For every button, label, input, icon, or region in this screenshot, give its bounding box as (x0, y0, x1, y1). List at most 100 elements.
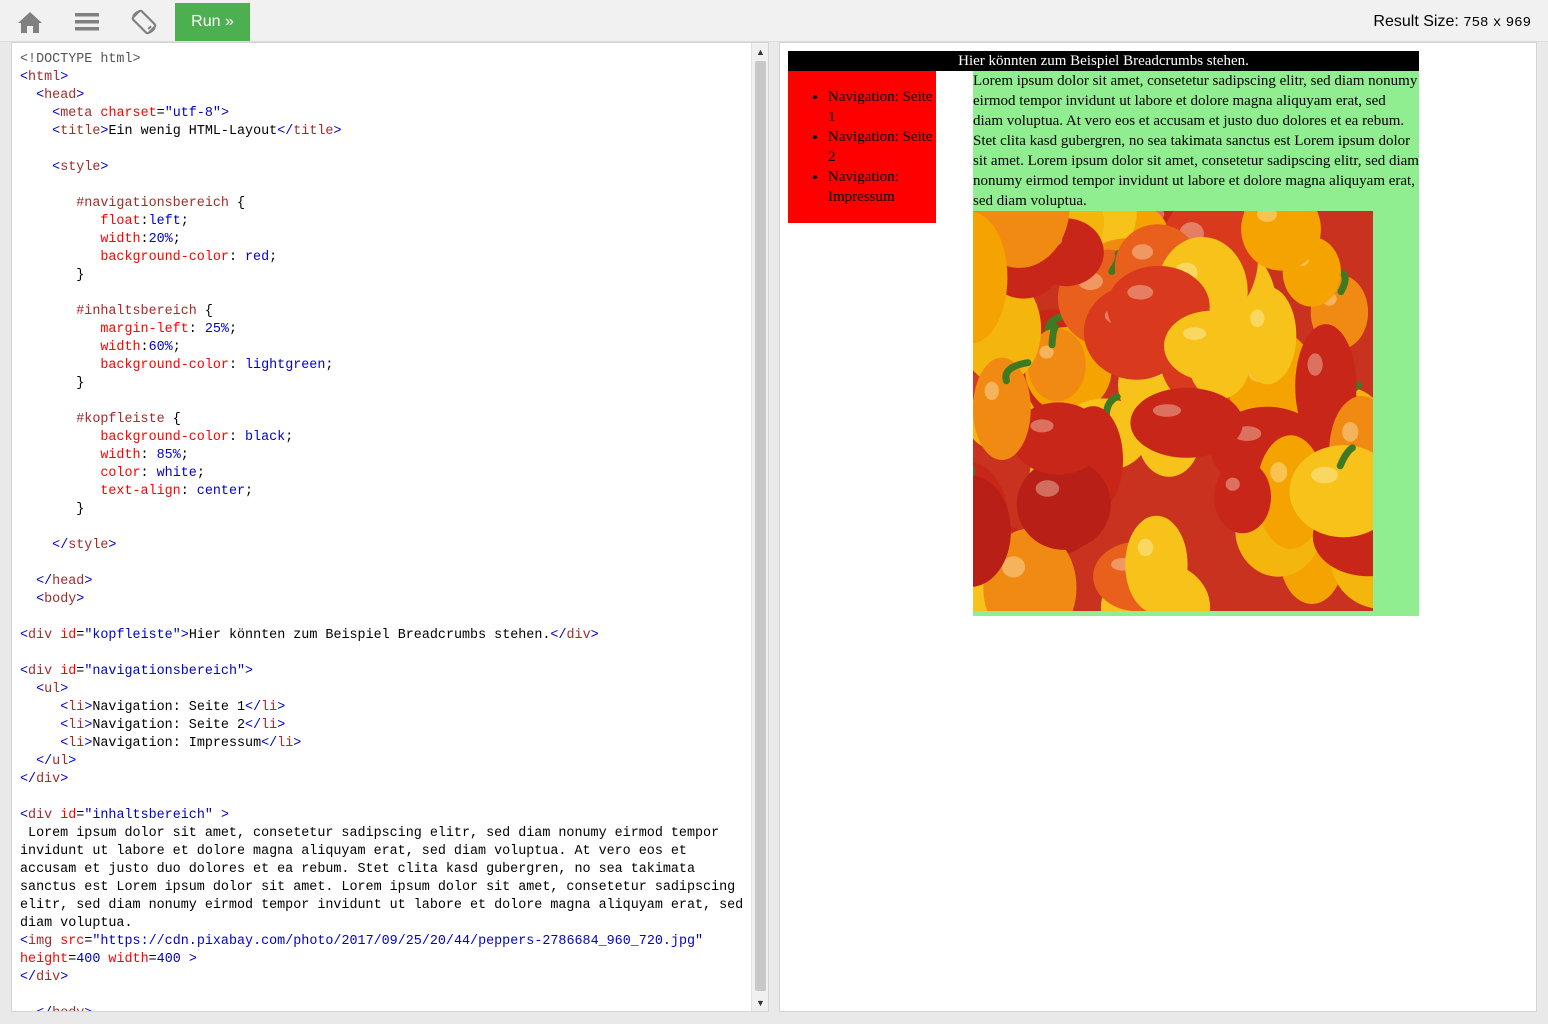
code-line: width:60%; (100, 340, 181, 355)
code-line: elitr, sed diam nonumy eirmod tempor inv… (20, 898, 744, 913)
code-line: #navigationsbereich { (76, 196, 246, 211)
code-line: </style> (52, 538, 117, 553)
result-size-label: Result Size: (1373, 13, 1459, 30)
code-line: <li>Navigation: Seite 1</li> (60, 700, 286, 715)
pepper-highlight (1035, 480, 1060, 497)
pepper-highlight (1137, 538, 1154, 557)
code-line: } (20, 502, 85, 517)
pepper-stem (1048, 323, 1059, 349)
pepper-highlight (1225, 477, 1240, 491)
code-line: width: 85%; (100, 448, 189, 463)
code-line: float:left; (100, 214, 189, 229)
menu-icon[interactable] (72, 8, 102, 36)
code-line: <div id="navigationsbereich"> (20, 664, 254, 679)
code-line: </body> (20, 1005, 755, 1011)
pepper-highlight (1182, 327, 1207, 340)
code-line: accusam et justo duo dolores et ea rebum… (20, 862, 695, 877)
code-line: <li>Navigation: Impressum</li> (60, 736, 302, 751)
code-line: } (20, 376, 85, 391)
code-line: <style> (52, 160, 109, 175)
code-line: </div> (20, 970, 69, 985)
pepper-shape (1164, 310, 1258, 381)
run-button[interactable]: Run » (175, 3, 250, 41)
code-line: margin-left: 25%; (100, 322, 237, 337)
code-line: } (20, 268, 85, 283)
code-line: #inhaltsbereich { (76, 304, 213, 319)
code-line: </div> (20, 772, 69, 787)
inhaltsbereich: Lorem ipsum dolor sit amet, consetetur s… (973, 71, 1419, 616)
scrollbar-thumb[interactable] (755, 61, 766, 991)
result-size-readout: Result Size: 758 x 969 (1373, 13, 1531, 31)
code-line: <div id="kopfleiste">Hier könnten zum Be… (20, 628, 599, 643)
pepper-highlight (1307, 353, 1323, 376)
code-line: sanctus est Lorem ipsum dolor sit amet. … (20, 880, 736, 895)
pepper-highlight (1342, 422, 1359, 442)
code-scrollbar[interactable]: ▲ ▼ (751, 43, 768, 1011)
scroll-up-arrow-icon[interactable]: ▲ (752, 43, 768, 60)
nav-item-seite-2: Navigation: Seite 2 (828, 127, 936, 167)
navigationsbereich: Navigation: Seite 1 Navigation: Seite 2 … (788, 71, 936, 223)
pepper-shape (1214, 460, 1271, 534)
pepper-shape (973, 357, 1031, 460)
peppers-image (973, 211, 1373, 611)
scroll-down-arrow-icon[interactable]: ▼ (752, 994, 768, 1011)
code-line: <title>Ein wenig HTML-Layout</title> (52, 124, 342, 139)
code-line: <html> (20, 70, 69, 85)
pepper-highlight (1152, 404, 1182, 417)
code-line: <img src="https://cdn.pixabay.com/photo/… (20, 934, 704, 949)
pepper-highlight (1311, 466, 1339, 484)
code-line: <ul> (36, 682, 69, 697)
pepper-highlight (1250, 309, 1265, 328)
code-line: <div id="inhaltsbereich" > (20, 808, 229, 823)
result-frame: Hier könnten zum Beispiel Breadcrumbs st… (788, 51, 1528, 616)
code-line: diam voluptua. (20, 916, 133, 931)
code-line: background-color: black; (100, 430, 294, 445)
code-line: <head> (36, 88, 85, 103)
code-line: height=400 width=400 > (20, 952, 197, 967)
pepper-highlight (1270, 462, 1288, 483)
nav-item-seite-1: Navigation: Seite 1 (828, 87, 936, 127)
code-line: <meta charset="utf-8"> (52, 106, 229, 121)
pepper-highlight (1127, 285, 1154, 300)
code-line: <body> (36, 592, 85, 607)
code-line: Lorem ipsum dolor sit amet, consetetur s… (20, 826, 720, 841)
kopfleiste: Hier könnten zum Beispiel Breadcrumbs st… (788, 51, 1419, 71)
pepper-shape (1130, 387, 1243, 458)
code-line: </ul> (36, 754, 77, 769)
code-line: <!DOCTYPE html> (20, 52, 141, 67)
code-line: width:20%; (100, 232, 181, 247)
result-height: 969 (1505, 15, 1531, 31)
content-text: Lorem ipsum dolor sit amet, consetetur s… (973, 73, 1419, 209)
code-line: background-color: red; (100, 250, 278, 265)
code-line: #kopfleiste { (76, 412, 181, 427)
pepper-highlight (1131, 244, 1154, 260)
code-line: </head> (36, 574, 93, 589)
code-editor-panel: <!DOCTYPE html> <html> <head> <meta chars… (11, 42, 769, 1012)
code-line: color: white; (100, 466, 205, 481)
nav-item-impressum: Navigation: Impressum (828, 167, 936, 207)
result-panel: Hier könnten zum Beispiel Breadcrumbs st… (779, 42, 1537, 1012)
rotate-icon[interactable] (129, 8, 159, 36)
nav-list: Navigation: Seite 1 Navigation: Seite 2 … (788, 87, 936, 207)
pepper-highlight (1030, 419, 1054, 433)
toolbar: Run » Result Size: 758 x 969 (0, 0, 1548, 42)
result-width: 758 (1463, 15, 1489, 31)
home-icon[interactable] (15, 8, 45, 36)
code-line: background-color: lightgreen; (100, 358, 334, 373)
pepper-highlight (1002, 556, 1026, 578)
result-x: x (1492, 15, 1502, 31)
pepper-shape (1125, 515, 1188, 611)
code-line: text-align: center; (100, 484, 254, 499)
code-line: invidunt ut labore et dolore magna aliqu… (20, 844, 687, 859)
code-editor[interactable]: <!DOCTYPE html> <html> <head> <meta chars… (20, 51, 755, 1011)
